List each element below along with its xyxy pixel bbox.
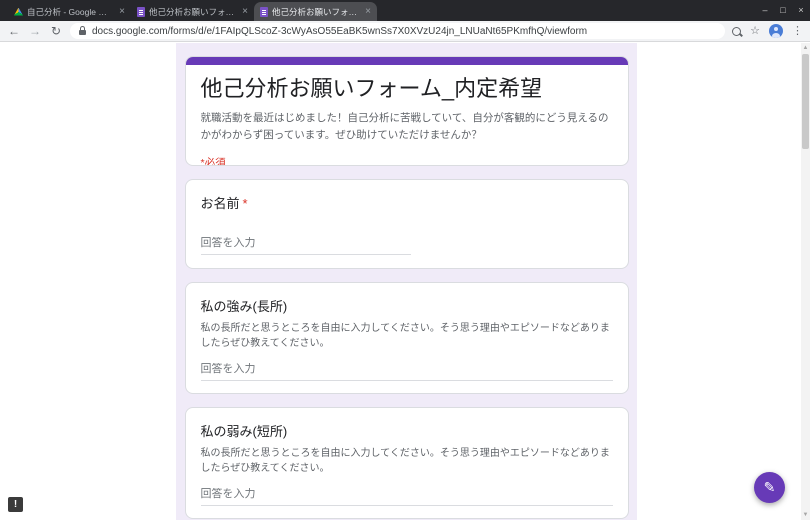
toolbar-actions: ☆ ⋮ (732, 24, 803, 38)
edit-form-button[interactable]: ✎ (754, 472, 785, 503)
forward-icon[interactable]: → (28, 25, 42, 37)
question-label: 私の弱み(短所) (200, 424, 288, 439)
forms-favicon-icon (260, 6, 268, 17)
browser-window: 自己分析 - Google ドライブ × 他己分析お願いフォーム_内定希望 × … (0, 0, 810, 520)
notification-badge[interactable]: ! (8, 497, 23, 512)
window-controls: – □ × (756, 0, 810, 21)
question-label: お名前 (200, 196, 240, 211)
strengths-answer-input[interactable] (200, 363, 613, 381)
scrollbar-thumb[interactable] (802, 54, 809, 149)
scrollbar[interactable]: ▲ ▼ (801, 43, 810, 520)
tab-form-active[interactable]: 他己分析お願いフォーム_内定希望 × (254, 2, 377, 21)
required-asterisk: * (242, 196, 248, 211)
question-label: 私の強み(長所) (200, 299, 288, 314)
scroll-down-icon[interactable]: ▼ (801, 510, 810, 520)
url-text: docs.google.com/forms/d/e/1FAIpQLScoZ-3c… (92, 25, 588, 37)
pencil-icon: ✎ (763, 479, 776, 495)
bookmark-star-icon[interactable]: ☆ (750, 25, 760, 37)
tab-label: 自己分析 - Google ドライブ (27, 6, 116, 17)
question-card-strengths: 私の強み(長所) 私の長所だと思うところを自由に入力してください。そう思う理由や… (184, 282, 629, 394)
tab-form-1[interactable]: 他己分析お願いフォーム_内定希望 × (131, 2, 254, 21)
close-window-button[interactable]: × (792, 0, 810, 21)
theme-color-bar (185, 57, 628, 65)
address-bar[interactable]: docs.google.com/forms/d/e/1FAIpQLScoZ-3c… (70, 23, 726, 39)
form-title: 他己分析お願いフォーム_内定希望 (200, 76, 543, 101)
form-description: 就職活動を最近はじめました！自己分析に苦戦していて、自分が客観的にどう見えるのか… (200, 112, 609, 141)
tab-bar: 自己分析 - Google ドライブ × 他己分析お願いフォーム_内定希望 × … (0, 0, 810, 21)
tab-close-icon[interactable]: × (365, 6, 371, 17)
tab-label: 他己分析お願いフォーム_内定希望 (272, 6, 361, 17)
lock-icon (79, 26, 86, 35)
profile-avatar[interactable] (769, 24, 783, 38)
scroll-up-icon[interactable]: ▲ (801, 43, 810, 53)
required-note: *必須 (200, 156, 226, 166)
maximize-button[interactable]: □ (774, 0, 792, 21)
tab-close-icon[interactable]: × (242, 6, 248, 17)
browser-toolbar: ← → ↻ docs.google.com/forms/d/e/1FAIpQLS… (0, 21, 810, 42)
page-content: 他己分析お願いフォーム_内定希望 就職活動を最近はじめました！自己分析に苦戦して… (0, 43, 810, 520)
alert-icon: ! (13, 499, 18, 510)
form-column: 他己分析お願いフォーム_内定希望 就職活動を最近はじめました！自己分析に苦戦して… (176, 43, 637, 520)
weaknesses-answer-input[interactable] (200, 488, 613, 506)
drive-favicon-icon (14, 7, 23, 16)
browser-menu-icon[interactable]: ⋮ (792, 25, 803, 37)
question-card-name: お名前 * (184, 179, 629, 269)
forms-favicon-icon (137, 6, 145, 17)
minimize-button[interactable]: – (756, 0, 774, 21)
zoom-icon[interactable] (732, 26, 742, 36)
question-card-weaknesses: 私の弱み(短所) 私の長所だと思うところを自由に入力してください。そう思う理由や… (184, 407, 629, 519)
name-answer-input[interactable] (200, 237, 411, 255)
question-description: 私の長所だと思うところを自由に入力してください。そう思う理由やエピソードなどあり… (200, 323, 610, 349)
tab-label: 他己分析お願いフォーム_内定希望 (149, 6, 238, 17)
form-header-card: 他己分析お願いフォーム_内定希望 就職活動を最近はじめました！自己分析に苦戦して… (184, 56, 629, 166)
tab-drive[interactable]: 自己分析 - Google ドライブ × (8, 2, 131, 21)
tab-close-icon[interactable]: × (119, 6, 125, 17)
question-description: 私の長所だと思うところを自由に入力してください。そう思う理由やエピソードなどあり… (200, 448, 610, 474)
reload-icon[interactable]: ↻ (49, 25, 63, 37)
back-icon[interactable]: ← (7, 25, 21, 37)
